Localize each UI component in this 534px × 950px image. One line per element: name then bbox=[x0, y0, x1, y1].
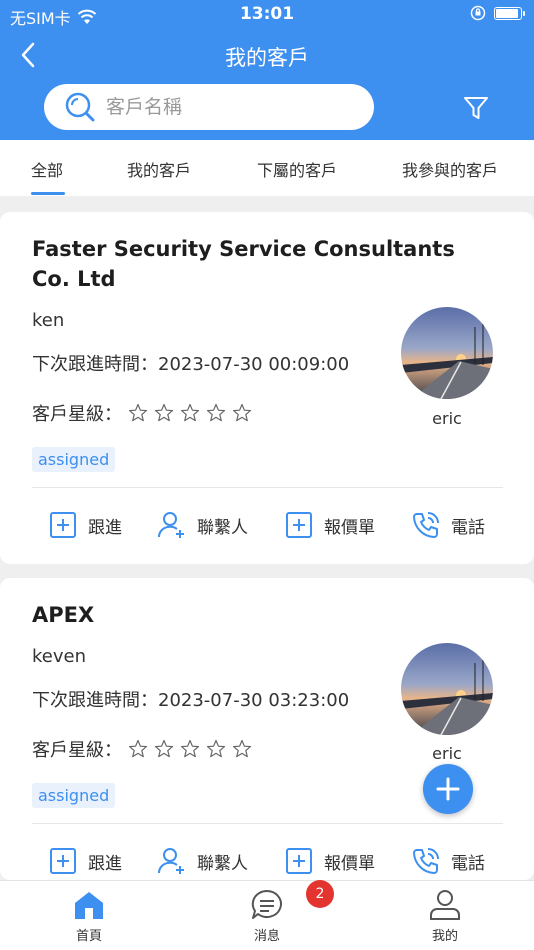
phone-button[interactable]: 電話 bbox=[411, 510, 485, 540]
status-right bbox=[470, 5, 525, 21]
star-rating bbox=[128, 403, 252, 423]
add-user-icon bbox=[157, 848, 184, 874]
search-box[interactable] bbox=[44, 84, 374, 130]
battery-icon bbox=[494, 6, 525, 20]
divider bbox=[32, 823, 503, 824]
follow-up-label: 跟進 bbox=[88, 517, 122, 538]
page-title: 我的客戶 bbox=[225, 46, 309, 70]
orientation-lock-icon bbox=[470, 5, 486, 21]
follow-up-button[interactable]: 跟進 bbox=[48, 846, 122, 876]
quote-label: 報價單 bbox=[324, 517, 375, 538]
tabbar-messages-label: 消息 bbox=[253, 929, 280, 944]
phone-button[interactable]: 電話 bbox=[411, 846, 485, 876]
quote-button[interactable]: 報價單 bbox=[284, 510, 375, 540]
phone-label: 電話 bbox=[451, 853, 485, 874]
rating-label: 客戶星級： bbox=[32, 740, 122, 761]
add-customer-button[interactable] bbox=[423, 764, 473, 814]
phone-icon bbox=[413, 848, 439, 874]
contacts-button[interactable]: 聯繫人 bbox=[157, 846, 248, 876]
owner-name: eric bbox=[432, 744, 462, 763]
customer-card[interactable]: APEX keven 下次跟進時間：2023-07-30 03:23:00 客戶… bbox=[0, 578, 534, 880]
status-tag: assigned bbox=[32, 447, 116, 472]
star-icon bbox=[154, 403, 174, 422]
phone-label: 電話 bbox=[451, 517, 485, 538]
contacts-label: 聯繫人 bbox=[197, 853, 248, 874]
next-followup: 下次跟進時間：2023-07-30 03:23:00 bbox=[32, 686, 349, 712]
star-icon bbox=[232, 403, 252, 422]
phone-icon bbox=[413, 512, 439, 538]
star-icon bbox=[154, 739, 174, 758]
tab-all[interactable]: 全部 bbox=[31, 157, 63, 181]
star-icon bbox=[180, 739, 200, 758]
header: 我的客戶 bbox=[0, 30, 534, 140]
contact-name: ken bbox=[32, 310, 65, 331]
star-icon bbox=[206, 739, 226, 758]
divider bbox=[32, 487, 503, 488]
bottom-tab-bar: 首頁 消息 我的 bbox=[0, 880, 534, 950]
tab-participating-customers[interactable]: 我參與的客戶 bbox=[402, 157, 498, 181]
star-icon bbox=[180, 403, 200, 422]
search-icon bbox=[65, 92, 95, 122]
follow-up-label: 跟進 bbox=[88, 853, 122, 874]
follow-up-button[interactable]: 跟進 bbox=[48, 510, 122, 540]
quote-button[interactable]: 報價單 bbox=[284, 846, 375, 876]
tabbar-me-label: 我的 bbox=[431, 929, 458, 944]
next-followup-label: 下次跟進時間： bbox=[32, 690, 158, 711]
plus-icon bbox=[436, 777, 460, 801]
customer-rating: 客戶星級： bbox=[32, 736, 252, 762]
add-square-icon bbox=[50, 848, 76, 874]
quote-label: 報價單 bbox=[324, 853, 375, 874]
next-followup-value: 2023-07-30 00:09:00 bbox=[158, 354, 350, 375]
status-tag: assigned bbox=[32, 783, 116, 808]
customer-name: APEX bbox=[32, 603, 95, 627]
tab-subordinate-customers[interactable]: 下屬的客戶 bbox=[257, 157, 337, 181]
customer-card[interactable]: Faster Security Service Consultants Co. … bbox=[0, 212, 534, 564]
user-icon bbox=[430, 890, 460, 920]
add-square-icon bbox=[50, 512, 76, 538]
next-followup: 下次跟進時間：2023-07-30 00:09:00 bbox=[32, 350, 349, 376]
contact-name: keven bbox=[32, 646, 86, 667]
star-rating bbox=[128, 739, 252, 759]
tabbar-home[interactable]: 首頁 bbox=[49, 887, 129, 944]
search-input[interactable] bbox=[106, 96, 346, 118]
filter-icon[interactable] bbox=[462, 94, 490, 122]
status-bar: 无SIM卡 13:01 bbox=[0, 0, 534, 30]
customer-name: Faster Security Service Consultants Co. … bbox=[32, 237, 455, 291]
active-tab-indicator bbox=[31, 192, 65, 195]
add-user-icon bbox=[157, 512, 184, 538]
tabbar-me[interactable]: 我的 bbox=[405, 887, 485, 944]
tabbar-messages[interactable]: 消息 bbox=[227, 887, 307, 944]
owner-name: eric bbox=[432, 409, 462, 428]
rating-label: 客戶星級： bbox=[32, 404, 122, 425]
contacts-button[interactable]: 聯繫人 bbox=[157, 510, 248, 540]
add-square-icon bbox=[286, 512, 312, 538]
tab-my-customers[interactable]: 我的客戶 bbox=[127, 157, 191, 181]
owner-avatar bbox=[401, 307, 493, 399]
star-icon bbox=[128, 739, 148, 758]
star-icon bbox=[232, 739, 252, 758]
home-icon bbox=[75, 892, 103, 919]
star-icon bbox=[206, 403, 226, 422]
contacts-label: 聯繫人 bbox=[197, 517, 248, 538]
next-followup-label: 下次跟進時間： bbox=[32, 354, 158, 375]
customer-rating: 客戶星級： bbox=[32, 400, 252, 426]
star-icon bbox=[128, 403, 148, 422]
chat-icon bbox=[251, 889, 282, 919]
tabbar-home-label: 首頁 bbox=[75, 929, 102, 944]
next-followup-value: 2023-07-30 03:23:00 bbox=[158, 690, 350, 711]
tab-bar: 全部 我的客戶 下屬的客戶 我參與的客戶 bbox=[0, 140, 534, 196]
add-square-icon bbox=[286, 848, 312, 874]
clock: 13:01 bbox=[239, 4, 295, 24]
messages-badge: 2 bbox=[306, 880, 334, 908]
owner-avatar bbox=[401, 643, 493, 735]
